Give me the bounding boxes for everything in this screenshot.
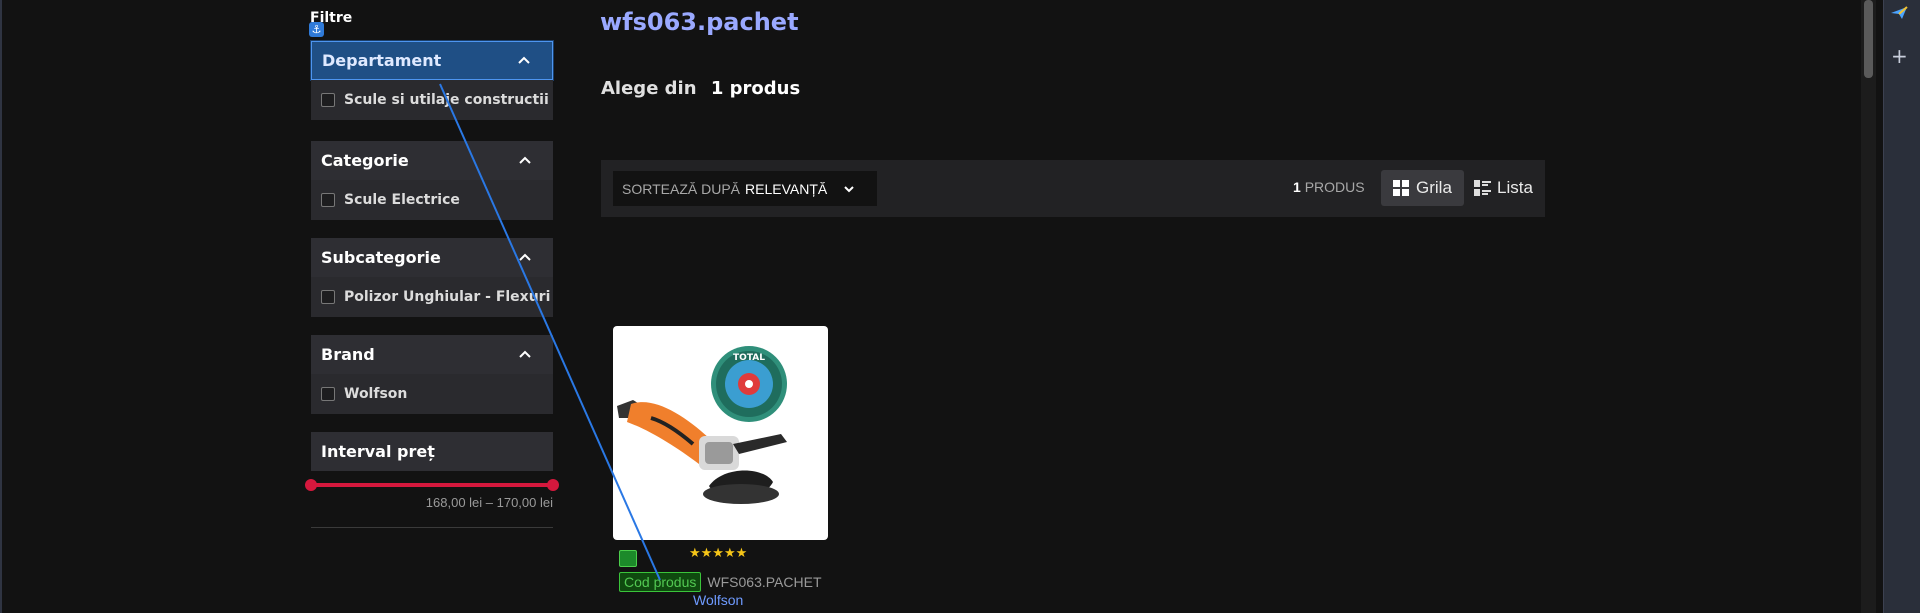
filter-header-label: Subcategorie bbox=[321, 248, 441, 267]
disc-brand-text: TOTAL bbox=[733, 353, 765, 363]
filter-option-label[interactable]: Scule si utilaje constructii bbox=[344, 92, 549, 108]
list-view-label: Lista bbox=[1497, 178, 1533, 197]
window-edge bbox=[0, 0, 2, 613]
list-icon bbox=[1474, 179, 1491, 196]
filter-option-label[interactable]: Wolfson bbox=[344, 386, 407, 402]
product-code-row: Cod produs WFS063.PACHET bbox=[619, 570, 822, 593]
filter-option-row: Wolfson bbox=[311, 374, 553, 414]
sort-value: RELEVANȚĂ bbox=[745, 180, 828, 197]
listing-toolbar: SORTEAZĂ DUPĂ RELEVANȚĂ 1 PRODUS Grila L… bbox=[601, 160, 1545, 217]
filter-header-categorie[interactable]: Categorie bbox=[311, 141, 553, 180]
chevron-up-icon bbox=[518, 56, 530, 64]
result-count-label: PRODUS bbox=[1304, 179, 1365, 195]
filter-header-label: Brand bbox=[321, 345, 375, 364]
results-summary-label: Alege din bbox=[601, 78, 697, 99]
filter-header-label: Departament bbox=[322, 51, 442, 70]
add-icon[interactable]: + bbox=[1891, 44, 1908, 68]
sort-select[interactable]: SORTEAZĂ DUPĂ RELEVANȚĂ bbox=[613, 171, 877, 206]
product-brand-link[interactable]: Wolfson bbox=[693, 592, 743, 608]
sort-prefix: SORTEAZĂ DUPĂ bbox=[622, 180, 740, 197]
chevron-down-icon bbox=[844, 185, 854, 192]
scrollbar[interactable] bbox=[1861, 0, 1876, 613]
results-summary: Alege din 1 produs bbox=[601, 78, 800, 99]
grid-view-button[interactable]: Grila bbox=[1381, 170, 1464, 206]
page-title: wfs063.pachet bbox=[600, 8, 799, 36]
filter-group-departament: Departament Scule si utilaje constructii bbox=[311, 41, 553, 120]
filter-group-price: Interval preț bbox=[311, 432, 553, 471]
results-summary-count: 1 produs bbox=[710, 78, 801, 99]
price-slider-min-handle[interactable] bbox=[305, 479, 317, 491]
grid-icon bbox=[1393, 179, 1409, 196]
filter-group-brand: Brand Wolfson bbox=[311, 335, 553, 414]
filter-option-row: Scule Electrice bbox=[311, 180, 553, 220]
product-code-label: Cod produs bbox=[619, 571, 702, 592]
filter-option-row: Polizor Unghiular - Flexuri bbox=[311, 277, 553, 317]
list-view-button[interactable]: Lista bbox=[1462, 170, 1545, 206]
angle-grinder-image: TOTAL bbox=[617, 346, 787, 504]
checkbox[interactable] bbox=[321, 290, 335, 304]
price-slider[interactable] bbox=[305, 479, 559, 491]
filter-option-row: Scule si utilaje constructii bbox=[311, 80, 553, 120]
product-image[interactable]: TOTAL bbox=[613, 326, 828, 540]
filter-header-label: Categorie bbox=[321, 151, 409, 170]
rating-stars: ★★★★★ bbox=[689, 546, 748, 561]
result-count: 1 PRODUS bbox=[1293, 179, 1365, 195]
divider bbox=[311, 527, 553, 528]
scrollbar-thumb[interactable] bbox=[1864, 0, 1873, 78]
filter-option-label[interactable]: Polizor Unghiular - Flexuri bbox=[344, 289, 550, 305]
filter-header-label: Interval preț bbox=[321, 442, 435, 461]
send-icon[interactable] bbox=[1890, 6, 1908, 20]
result-count-number: 1 bbox=[1293, 179, 1301, 195]
side-panel bbox=[1883, 0, 1920, 613]
chevron-up-icon bbox=[519, 156, 531, 164]
cutting-disc: TOTAL bbox=[711, 346, 787, 422]
grid-view-label: Grila bbox=[1416, 178, 1452, 197]
filter-header-brand[interactable]: Brand bbox=[311, 335, 553, 374]
connector-line bbox=[439, 83, 661, 581]
price-range-text: 168,00 lei – 170,00 lei bbox=[425, 495, 553, 510]
filter-option-label[interactable]: Scule Electrice bbox=[344, 192, 460, 208]
filter-group-subcategorie: Subcategorie Polizor Unghiular - Flexuri bbox=[311, 238, 553, 317]
chevron-up-icon bbox=[519, 253, 531, 261]
product-code-value: WFS063.PACHET bbox=[707, 573, 822, 590]
price-slider-max-handle[interactable] bbox=[547, 479, 559, 491]
checkbox[interactable] bbox=[321, 193, 335, 207]
chevron-up-icon bbox=[519, 350, 531, 358]
checkbox[interactable] bbox=[321, 387, 335, 401]
eye-icon[interactable] bbox=[619, 550, 637, 567]
filter-header-price[interactable]: Interval preț bbox=[311, 432, 553, 471]
anchor-icon[interactable]: ⚓ bbox=[309, 22, 324, 37]
filter-header-departament[interactable]: Departament bbox=[311, 41, 553, 80]
filter-group-categorie: Categorie Scule Electrice bbox=[311, 141, 553, 220]
filter-header-subcategorie[interactable]: Subcategorie bbox=[311, 238, 553, 277]
checkbox[interactable] bbox=[321, 93, 335, 107]
